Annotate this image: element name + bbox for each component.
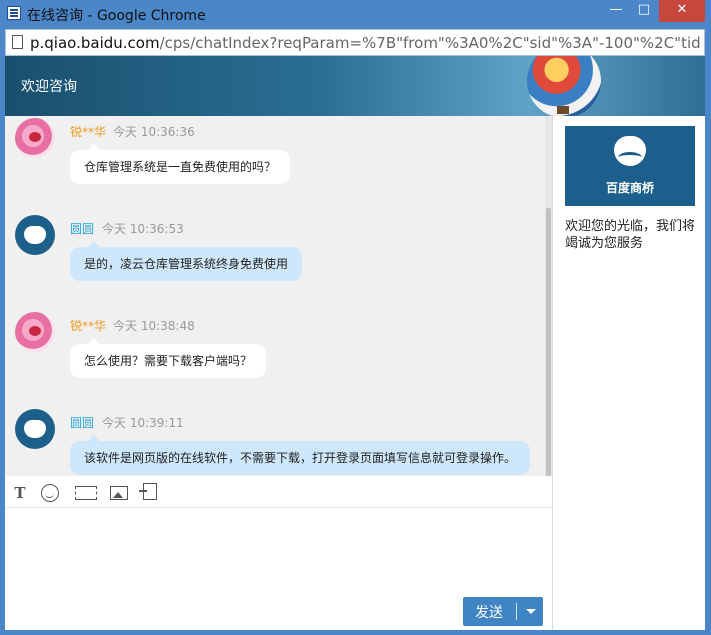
bear-icon (612, 136, 648, 170)
sender-name: 锐**华 (70, 125, 107, 139)
window-frame-bottom (0, 630, 711, 635)
message-bubble: 是的，凌云仓库管理系统终身免费使用 (70, 241, 303, 281)
screenshot-icon[interactable] (75, 486, 97, 500)
info-sidebar: 百度商桥 欢迎您的光临，我们将竭诚为您服务 (552, 116, 705, 630)
chat-page: 欢迎咨询 锐**华 今天 10:36:36 仓库管理系统是一直免费使用的吗？ 圆… (5, 56, 705, 630)
message-time: 今天 10:38:48 (113, 319, 195, 333)
brand-name: 百度商桥 (605, 181, 654, 195)
customer-avatar (15, 312, 55, 352)
address-bar[interactable]: p.qiao.baidu.com/cps/chatIndex?reqParam=… (5, 29, 705, 56)
maximize-button[interactable]: □ (631, 0, 657, 22)
page-icon (12, 35, 23, 49)
header-title: 欢迎咨询 (21, 79, 77, 95)
agent-avatar (15, 215, 55, 255)
sender-name: 圆圆 (70, 416, 95, 430)
message-bubble: 仓库管理系统是一直免费使用的吗？ (70, 144, 291, 184)
minimize-button[interactable]: — (603, 0, 629, 22)
send-label: 发送 (475, 605, 503, 621)
url-host: p.qiao.baidu.com (30, 34, 160, 52)
window-titlebar: 在线咨询 - Google Chrome — □ ✕ (0, 0, 711, 28)
message-scrollbar[interactable] (545, 116, 552, 478)
app-icon (7, 6, 21, 20)
message-time: 今天 10:36:53 (102, 222, 184, 236)
sender-name: 圆圆 (70, 222, 95, 236)
header-banner: 欢迎咨询 (5, 56, 705, 118)
file-icon[interactable] (139, 483, 157, 500)
image-icon[interactable] (110, 486, 128, 500)
window-title: 在线咨询 - Google Chrome (27, 8, 206, 24)
send-divider (516, 603, 517, 620)
message-time: 今天 10:36:36 (113, 125, 195, 139)
send-options-dropdown[interactable] (521, 597, 541, 626)
balloon-basket-image (557, 106, 569, 114)
url-path: /cps/chatIndex?reqParam=%7B"from"%3A0%2C… (159, 34, 700, 52)
emoji-icon[interactable] (41, 484, 59, 502)
customer-avatar (15, 118, 55, 158)
close-button[interactable]: ✕ (659, 0, 705, 22)
baidu-shangqiao-logo: 百度商桥 (565, 126, 695, 206)
scroll-thumb[interactable] (546, 208, 551, 478)
sender-name: 锐**华 (70, 319, 107, 333)
welcome-text: 欢迎您的光临，我们将竭诚为您服务 (565, 219, 696, 251)
send-button[interactable]: 发送 (463, 597, 543, 626)
font-icon[interactable]: T (13, 484, 27, 502)
composer-toolbar: T (5, 476, 552, 508)
message-time: 今天 10:39:11 (102, 416, 184, 430)
message-bubble: 该软件是网页版的在线软件，不需要下载，打开登录页面填写信息就可登录操作。 (70, 435, 531, 475)
message-bubble: 怎么使用？需要下载客户端吗？ (70, 338, 267, 378)
agent-avatar (15, 409, 55, 449)
url-text[interactable]: p.qiao.baidu.com/cps/chatIndex?reqParam=… (30, 34, 700, 52)
message-list[interactable]: 锐**华 今天 10:36:36 仓库管理系统是一直免费使用的吗？ 圆圆 今天 … (5, 116, 552, 476)
